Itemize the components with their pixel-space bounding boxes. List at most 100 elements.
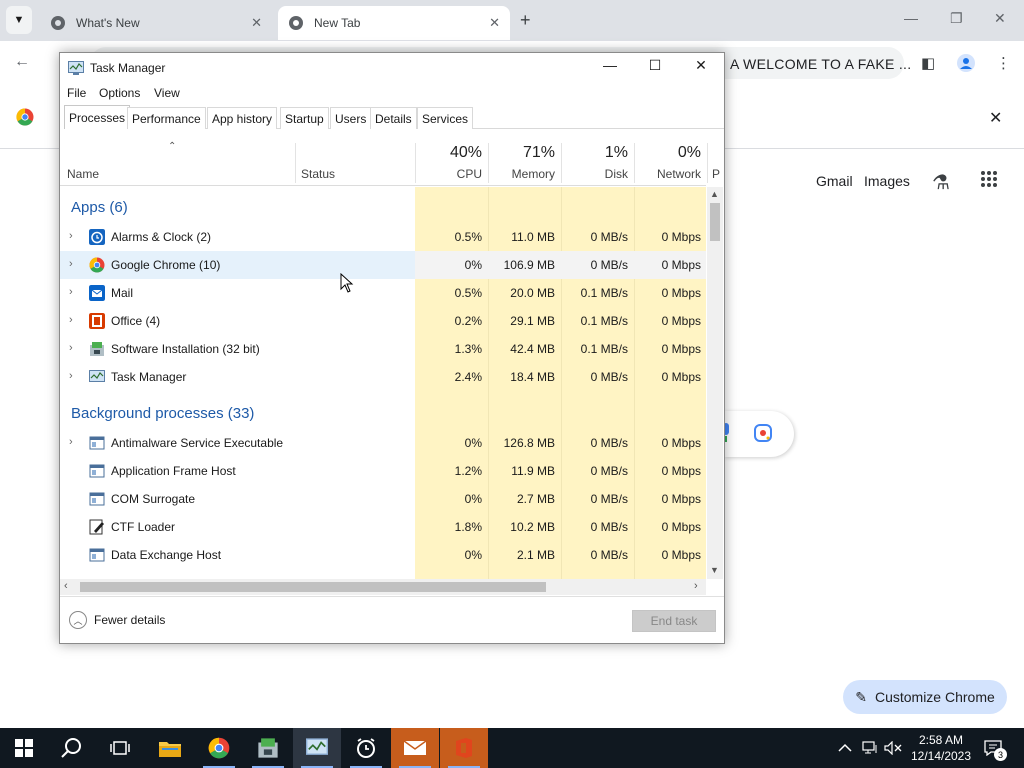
table-row[interactable]: › Mail 0.5% 20.0 MB 0.1 MB/s 0 Mbps	[60, 279, 706, 307]
network-status-icon[interactable]	[862, 728, 878, 768]
images-link[interactable]: Images	[864, 173, 910, 189]
vertical-scrollbar[interactable]: ▲ ▼	[707, 187, 723, 579]
table-row[interactable]: › Office (4) 0.2% 29.1 MB 0.1 MB/s 0 Mbp…	[60, 307, 706, 335]
group-header-background[interactable]: Background processes (33)	[71, 405, 254, 422]
customize-chrome-button[interactable]: ✎ Customize Chrome	[843, 680, 1007, 714]
gmail-link[interactable]: Gmail	[816, 173, 853, 189]
taskbar-search-button[interactable]	[48, 728, 96, 768]
expand-chevron-icon[interactable]: ›	[69, 258, 73, 270]
taskbar-file-explorer[interactable]	[146, 728, 194, 768]
tab-details[interactable]: Details	[370, 107, 417, 129]
tab-services[interactable]: Services	[417, 107, 474, 129]
menu-view[interactable]: View	[154, 86, 180, 100]
profile-avatar-icon[interactable]	[957, 54, 975, 76]
memory-total-percent[interactable]: 71%	[489, 144, 555, 162]
task-manager-titlebar[interactable]: Task Manager — ☐ ✕	[60, 53, 724, 83]
taskbar-office[interactable]	[440, 728, 488, 768]
tab-performance[interactable]: Performance	[127, 107, 206, 129]
column-divider[interactable]	[295, 143, 296, 183]
taskbar-mail[interactable]	[391, 728, 439, 768]
apps-grid-icon[interactable]	[980, 170, 998, 194]
labs-flask-icon[interactable]: ⚗	[932, 170, 950, 195]
restore-icon[interactable]: ❐	[950, 10, 963, 27]
tray-show-hidden-icon[interactable]	[838, 728, 852, 768]
infobar-close-icon[interactable]: ✕	[989, 108, 1002, 128]
table-row[interactable]: CTF Loader 1.8% 10.2 MB 0 MB/s 0 Mbps	[60, 513, 706, 541]
tab-startup[interactable]: Startup	[280, 107, 329, 129]
column-power-partial[interactable]: P	[712, 167, 720, 181]
taskbar-clock[interactable]: 2:58 AM 12/14/2023	[900, 732, 982, 764]
cpu-value: 1.2%	[454, 464, 482, 478]
sort-ascending-icon: ⌃	[168, 141, 177, 152]
close-window-icon[interactable]: ✕	[686, 57, 716, 74]
taskbar-chrome[interactable]	[195, 728, 243, 768]
table-row[interactable]: › Task Manager 2.4% 18.4 MB 0 MB/s 0 Mbp…	[60, 363, 706, 391]
table-row[interactable]: › Alarms & Clock (2) 0.5% 11.0 MB 0 MB/s…	[60, 223, 706, 251]
chrome-tab-new-tab[interactable]: New Tab ✕	[278, 6, 510, 40]
tab-processes[interactable]: Processes	[64, 105, 131, 129]
process-name: Data Exchange Host	[111, 548, 222, 562]
table-row[interactable]: › Software Installation (32 bit) 1.3% 42…	[60, 335, 706, 363]
cpu-total-percent[interactable]: 40%	[416, 144, 482, 162]
disk-total-percent[interactable]: 1%	[562, 144, 628, 162]
menu-options[interactable]: Options	[99, 86, 140, 100]
google-lens-icon[interactable]	[754, 424, 772, 448]
network-total-percent[interactable]: 0%	[635, 144, 701, 162]
table-row[interactable]: Application Frame Host 1.2% 11.9 MB 0 MB…	[60, 457, 706, 485]
expand-chevron-icon[interactable]: ›	[69, 286, 73, 298]
table-row[interactable]: › Google Chrome (10) 0% 106.9 MB 0 MB/s …	[60, 251, 706, 279]
scroll-up-arrow-icon[interactable]: ▲	[710, 189, 719, 199]
table-row[interactable]: › Antimalware Service Executable 0% 126.…	[60, 429, 706, 457]
expand-chevron-icon[interactable]: ›	[69, 230, 73, 242]
chevron-up-circle-icon[interactable]: ︿	[69, 611, 87, 629]
close-window-icon[interactable]: ✕	[994, 10, 1006, 27]
end-task-button[interactable]: End task	[632, 610, 716, 632]
start-button[interactable]	[0, 728, 48, 768]
tab-search-button[interactable]: ▼	[6, 6, 32, 34]
mail-icon	[403, 740, 427, 755]
expand-chevron-icon[interactable]: ›	[69, 436, 73, 448]
process-name: CTF Loader	[111, 520, 176, 534]
table-row[interactable]: COM Surrogate 0% 2.7 MB 0 MB/s 0 Mbps	[60, 485, 706, 513]
close-tab-icon[interactable]: ✕	[489, 15, 500, 31]
chrome-tab-whats-new[interactable]: What's New ✕	[40, 6, 272, 40]
chrome-menu-kebab-icon[interactable]: ⋮	[996, 54, 1011, 72]
task-manager-footer: ︿ Fewer details End task	[60, 596, 724, 643]
taskbar-installer[interactable]	[244, 728, 292, 768]
scroll-right-arrow-icon[interactable]: ›	[694, 580, 698, 592]
disk-value: 0 MB/s	[590, 464, 628, 478]
new-tab-plus-icon[interactable]: +	[520, 10, 531, 31]
close-tab-icon[interactable]: ✕	[251, 15, 262, 31]
column-cpu[interactable]: CPU	[416, 167, 482, 181]
column-memory[interactable]: Memory	[489, 167, 555, 181]
column-name[interactable]: Name	[67, 167, 99, 181]
horizontal-scroll-thumb[interactable]	[80, 582, 546, 592]
table-row[interactable]: Data Exchange Host 0% 2.1 MB 0 MB/s 0 Mb…	[60, 541, 706, 569]
task-view-button[interactable]	[96, 728, 144, 768]
horizontal-scrollbar[interactable]: ‹ ›	[60, 579, 706, 595]
expand-chevron-icon[interactable]: ›	[69, 314, 73, 326]
minimize-icon[interactable]: —	[904, 10, 918, 26]
back-arrow-icon[interactable]: ←	[14, 53, 30, 71]
taskbar-alarms-clock[interactable]	[342, 728, 390, 768]
menu-file[interactable]: File	[67, 86, 86, 100]
scroll-left-arrow-icon[interactable]: ‹	[64, 580, 68, 592]
fewer-details-link[interactable]: Fewer details	[94, 613, 165, 627]
minimize-icon[interactable]: —	[595, 57, 625, 73]
group-header-apps[interactable]: Apps (6)	[71, 199, 128, 216]
column-disk[interactable]: Disk	[562, 167, 628, 181]
maximize-icon[interactable]: ☐	[640, 57, 670, 74]
scroll-down-arrow-icon[interactable]: ▼	[710, 565, 719, 575]
tab-users[interactable]: Users	[330, 107, 372, 129]
network-value: 0 Mbps	[661, 548, 701, 562]
expand-chevron-icon[interactable]: ›	[69, 342, 73, 354]
vertical-scroll-thumb[interactable]	[710, 203, 720, 241]
tab-app-history[interactable]: App history	[207, 107, 278, 129]
expand-chevron-icon[interactable]: ›	[69, 370, 73, 382]
clock-date: 12/14/2023	[910, 749, 972, 763]
taskbar-task-manager[interactable]	[293, 728, 341, 768]
column-status[interactable]: Status	[301, 167, 335, 181]
side-panel-icon[interactable]: ◧	[921, 54, 935, 72]
column-network[interactable]: Network	[635, 167, 701, 181]
column-divider[interactable]	[707, 143, 708, 183]
